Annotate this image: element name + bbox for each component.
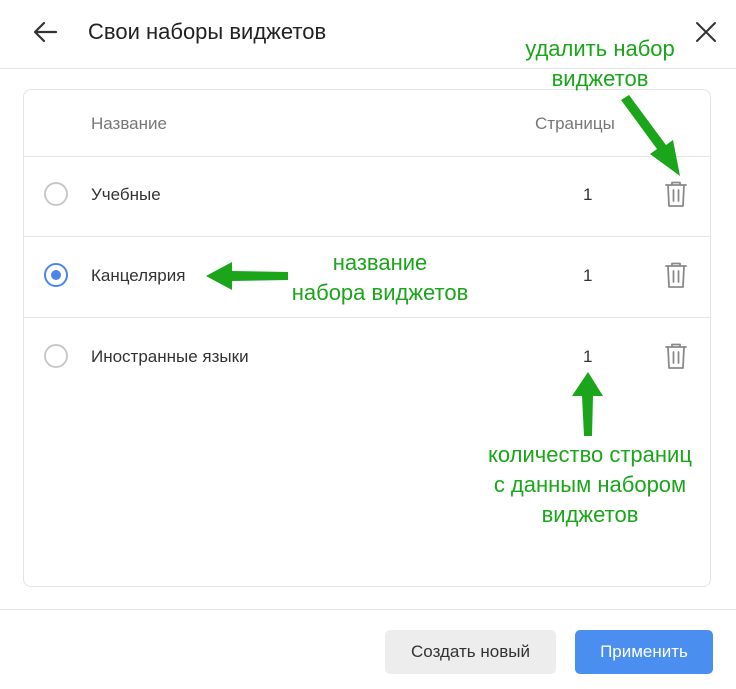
widget-set-name: Учебные [91,185,161,204]
annotation-text: количество страниц [488,442,692,467]
trash-icon [665,262,687,288]
widget-set-name: Иностранные языки [91,347,249,366]
annotation-text: набора виджетов [291,280,469,305]
page-count: 1 [583,266,593,285]
footer-divider [0,609,736,610]
back-button[interactable] [28,14,64,50]
table-header: Название Страницы [24,90,710,157]
delete-button[interactable] [664,342,688,370]
column-header-name: Название [91,114,167,133]
radio-button[interactable] [44,344,68,368]
table-row[interactable]: Учебные 1 [24,156,710,237]
column-header-pages: Страницы [535,114,615,133]
annotation-name: название набора виджетов [270,248,490,308]
delete-button[interactable] [664,261,688,289]
annotation-text: виджетов [551,66,649,91]
radio-button-selected[interactable] [44,263,68,287]
trash-icon [665,343,687,369]
annotation-text: название [332,250,428,275]
annotation-count: количество страниц с данным набором видж… [470,440,710,530]
page-count: 1 [583,347,593,366]
radio-button[interactable] [44,182,68,206]
page-count: 1 [583,185,593,204]
trash-icon [665,181,687,207]
annotation-text: с данным набором [493,472,687,497]
annotation-text: виджетов [541,502,639,527]
delete-button[interactable] [664,180,688,208]
arrow-left-icon [33,21,58,43]
annotation-delete: удалить набор виджетов [500,34,700,94]
apply-button[interactable]: Применить [575,630,713,674]
widget-set-name: Канцелярия [91,266,186,285]
create-new-button[interactable]: Создать новый [385,630,556,674]
table-row[interactable]: Иностранные языки 1 [24,318,710,398]
dialog-title: Свои наборы виджетов [88,19,327,44]
annotation-text: удалить набор [525,36,675,61]
